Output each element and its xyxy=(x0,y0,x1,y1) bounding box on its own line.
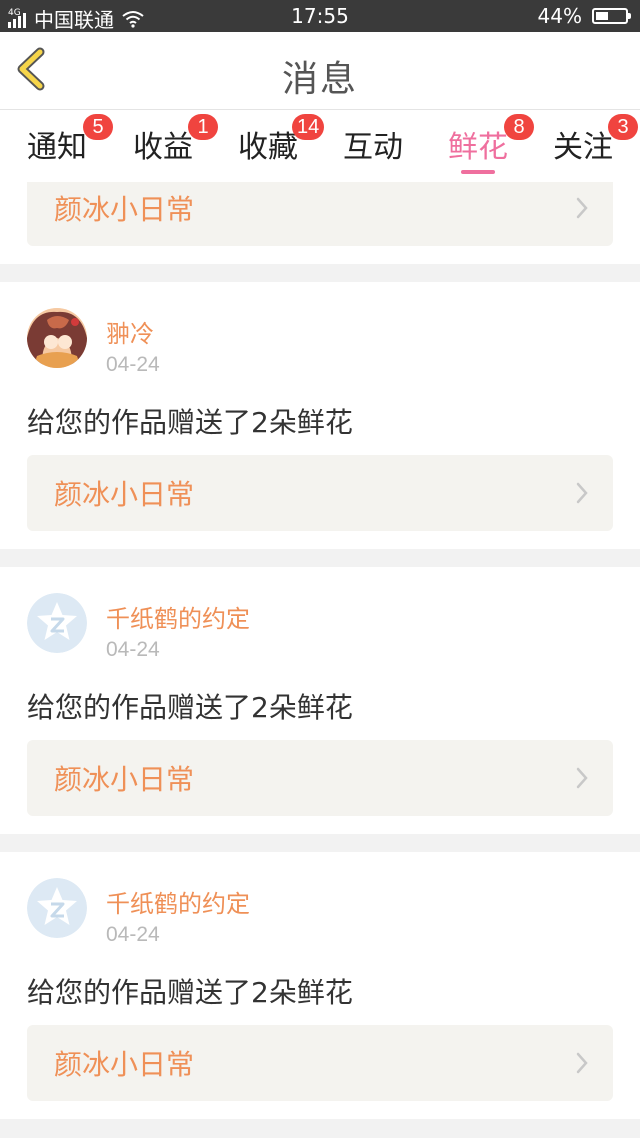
unread-badge: 8 xyxy=(504,114,534,140)
status-right: 44% xyxy=(537,4,631,28)
nav-bar: 消息 xyxy=(0,32,640,110)
app-screen: 4G 中国联通 17:55 44% 消息 通知 5 收益 1 收藏 14 互动 … xyxy=(0,0,640,1138)
message-list: 颜冰小日常 翀冷 04-24 给您的作品赠送了2朵鲜花 颜冰小日常 千纸鹤的约定… xyxy=(0,182,640,1138)
message-date: 04-24 xyxy=(106,923,160,946)
message-date: 04-24 xyxy=(106,638,160,661)
qq-default-avatar-icon xyxy=(27,878,87,938)
anime-avatar-image xyxy=(27,308,87,368)
tab-favorites[interactable]: 收藏 14 xyxy=(216,114,325,182)
message-card: 千纸鹤的约定 04-24 给您的作品赠送了2朵鲜花 颜冰小日常 xyxy=(0,852,640,1119)
message-text: 给您的作品赠送了2朵鲜花 xyxy=(27,976,353,1009)
tab-label: 互动 xyxy=(343,130,403,165)
tab-interactions[interactable]: 互动 xyxy=(321,122,425,182)
tab-label: 鲜花 xyxy=(448,130,508,165)
work-title: 颜冰小日常 xyxy=(54,193,195,226)
message-card: 千纸鹤的约定 04-24 给您的作品赠送了2朵鲜花 颜冰小日常 xyxy=(0,567,640,834)
active-tab-indicator xyxy=(461,170,495,174)
status-bar: 4G 中国联通 17:55 44% xyxy=(0,0,640,32)
work-link[interactable]: 颜冰小日常 xyxy=(27,740,613,816)
work-title: 颜冰小日常 xyxy=(54,1048,195,1081)
page-title: 消息 xyxy=(281,59,358,100)
work-link[interactable]: 颜冰小日常 xyxy=(27,455,613,531)
work-title: 颜冰小日常 xyxy=(54,478,195,511)
chevron-right-icon xyxy=(576,767,588,789)
message-text: 给您的作品赠送了2朵鲜花 xyxy=(27,691,353,724)
work-link[interactable]: 颜冰小日常 xyxy=(27,182,613,246)
tab-label: 收益 xyxy=(133,130,193,165)
user-name[interactable]: 千纸鹤的约定 xyxy=(106,599,250,634)
message-date: 04-24 xyxy=(106,353,160,376)
tab-bar: 通知 5 收益 1 收藏 14 互动 鲜花 8 关注 3 xyxy=(0,110,640,182)
chevron-right-icon xyxy=(576,482,588,504)
chevron-right-icon xyxy=(576,1052,588,1074)
battery-percent: 44% xyxy=(537,4,582,28)
tab-earnings[interactable]: 收益 1 xyxy=(111,114,218,182)
unread-badge: 3 xyxy=(608,114,638,140)
chevron-right-icon xyxy=(576,197,588,219)
message-card: 翀冷 04-24 给您的作品赠送了2朵鲜花 颜冰小日常 xyxy=(0,282,640,549)
battery-fill xyxy=(596,12,608,20)
work-title: 颜冰小日常 xyxy=(54,763,195,796)
qq-default-avatar-icon xyxy=(27,593,87,653)
user-name[interactable]: 千纸鹤的约定 xyxy=(106,884,250,919)
tab-following[interactable]: 关注 3 xyxy=(531,114,638,182)
user-name[interactable]: 翀冷 xyxy=(106,314,154,349)
message-text: 给您的作品赠送了2朵鲜花 xyxy=(27,406,353,439)
avatar[interactable] xyxy=(27,878,87,938)
tab-label: 关注 xyxy=(553,130,613,165)
tab-flowers[interactable]: 鲜花 8 xyxy=(426,114,534,182)
avatar[interactable] xyxy=(27,308,87,368)
tab-label: 收藏 xyxy=(238,130,298,165)
avatar[interactable] xyxy=(27,593,87,653)
unread-badge: 1 xyxy=(188,114,218,140)
work-link[interactable]: 颜冰小日常 xyxy=(27,1025,613,1101)
message-card: 颜冰小日常 xyxy=(0,182,640,264)
tab-notifications[interactable]: 通知 5 xyxy=(5,114,113,182)
unread-badge: 5 xyxy=(83,114,113,140)
tab-label: 通知 xyxy=(27,130,87,165)
unread-badge: 14 xyxy=(292,114,325,140)
battery-icon xyxy=(592,8,631,24)
